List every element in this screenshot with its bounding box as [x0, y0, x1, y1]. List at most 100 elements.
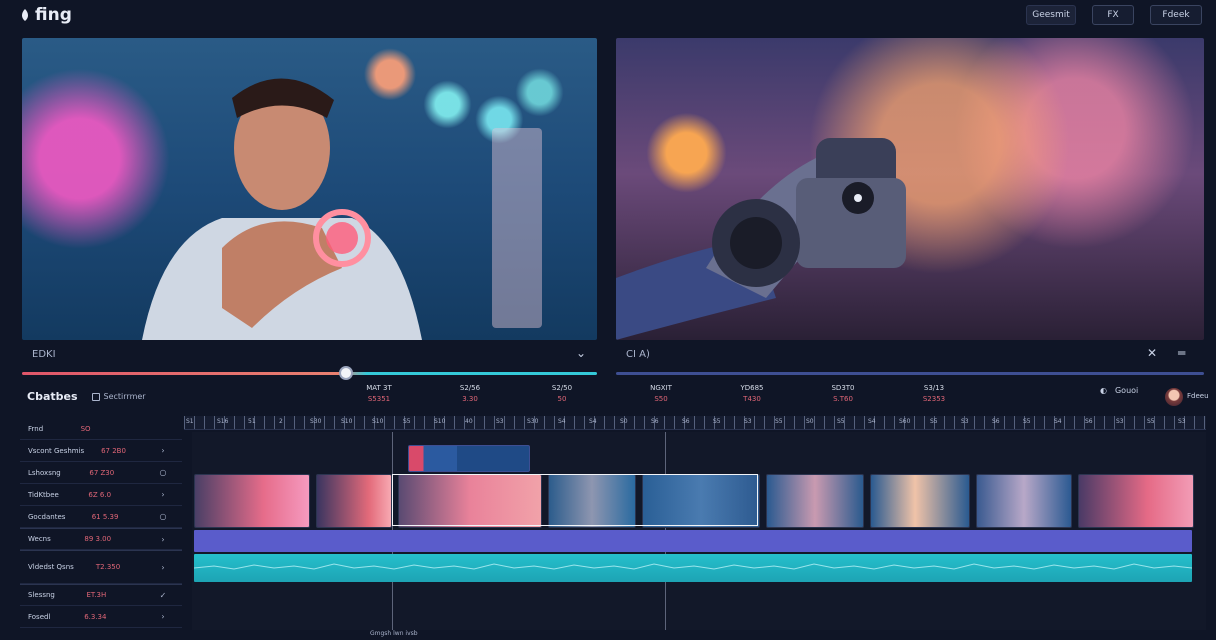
panel-subtitle[interactable]: Sectirrmer — [91, 392, 146, 401]
right-tools: ◐ Gouoi — [1100, 386, 1138, 395]
video-clip[interactable] — [1078, 474, 1194, 528]
track-name: Gocdantes — [28, 512, 66, 521]
audio-track-clip[interactable] — [194, 554, 1192, 582]
circle-icon[interactable]: ○ — [158, 512, 168, 521]
video-clip[interactable] — [766, 474, 864, 528]
ruler-tick-label: S3 — [1178, 418, 1186, 425]
app-logo[interactable]: fing — [18, 5, 72, 25]
chevron-right-icon[interactable]: › — [158, 490, 168, 499]
track-row[interactable]: TidKtbee 6Z 6.0 › — [20, 484, 182, 506]
timeline-footer-label: Gmgsh lwn ivsb — [370, 630, 418, 637]
ruler-tick-label: S4 — [1054, 418, 1062, 425]
track-name: Vldedst Qsns — [28, 563, 74, 571]
menu-icon[interactable]: ═ — [1178, 346, 1185, 360]
video-track — [194, 474, 1194, 528]
video-clip[interactable] — [870, 474, 970, 528]
ruler-tick-label: S6 — [1085, 418, 1093, 425]
track-row[interactable]: Wecns 89 3.00 › — [20, 528, 182, 550]
stat-5-label: YD685 — [740, 384, 764, 392]
user-name: Fdeeu — [1187, 392, 1209, 400]
track-name: Wecns — [28, 535, 51, 543]
ruler-tick-label: S5 — [930, 418, 938, 425]
track-name: TidKtbee — [28, 490, 59, 499]
track-row[interactable]: Slessng ET.3H ✓ — [20, 584, 182, 606]
source-preview[interactable] — [22, 38, 597, 340]
chevron-right-icon[interactable]: › — [158, 563, 168, 572]
close-icon[interactable]: ✕ — [1147, 346, 1157, 360]
circle-icon[interactable]: ○ — [158, 468, 168, 477]
track-value: 6Z 6.0 — [88, 490, 112, 499]
stat-2: S2/56 3.30 — [440, 384, 500, 403]
stat-1-label: MAT 3T — [366, 384, 392, 392]
ruler-tick-label: S5 — [1147, 418, 1155, 425]
right-tools-label[interactable]: Gouoi — [1115, 386, 1138, 395]
ruler-tick-label: S10 — [372, 418, 384, 425]
avatar[interactable] — [1165, 388, 1183, 406]
video-clip[interactable] — [976, 474, 1072, 528]
stat-1-value: S5351 — [367, 395, 391, 403]
track-row[interactable]: Gocdantes 61 5.39 ○ — [20, 506, 182, 528]
ruler-tick-label: S4 — [868, 418, 876, 425]
track-name: Fosedl — [28, 612, 51, 621]
track-row[interactable]: Vscont Geshmis 67 2B0 › — [20, 440, 182, 462]
program-preview[interactable] — [616, 38, 1204, 340]
program-scrubber[interactable] — [616, 372, 1204, 375]
ruler-tick-label: S5 — [713, 418, 721, 425]
ruler-tick-label: S6 — [992, 418, 1000, 425]
ruler-tick-label: S3 — [1116, 418, 1124, 425]
chevron-down-icon[interactable]: ⌄ — [576, 346, 586, 360]
source-preview-figure — [142, 78, 542, 340]
video-clip[interactable] — [398, 474, 542, 528]
video-clip[interactable] — [316, 474, 392, 528]
track-value: 89 3.00 — [84, 535, 112, 543]
track-row[interactable]: Frnd SO — [20, 418, 182, 440]
video-clip[interactable] — [194, 474, 310, 528]
stat-3-label: S2/50 — [551, 384, 573, 392]
program-preview-figure — [616, 138, 906, 340]
track-value: 67 Z30 — [89, 468, 115, 477]
logo-icon — [22, 9, 28, 21]
ruler-tick-label: 40 — [465, 418, 473, 425]
stat-4-label: NGXIT — [650, 384, 672, 392]
title-track-clip[interactable] — [194, 530, 1192, 552]
ruler-tick-label: S3 — [961, 418, 969, 425]
track-row[interactable]: Lshoxsng 67 Z30 ○ — [20, 462, 182, 484]
video-clip[interactable] — [548, 474, 636, 528]
logo-text: fing — [35, 5, 72, 25]
top-button-3[interactable]: Fdeek — [1150, 5, 1202, 25]
stat-2-value: 3.30 — [462, 395, 478, 403]
check-icon[interactable]: ✓ — [158, 591, 168, 600]
ruler-tick-label: S4 — [589, 418, 597, 425]
track-value: 67 2B0 — [101, 446, 126, 455]
video-clip[interactable] — [642, 474, 760, 528]
program-label: CI A) — [626, 349, 650, 360]
ruler-tick-label: S5 — [837, 418, 845, 425]
top-button-1[interactable]: Geesmit — [1026, 5, 1076, 25]
ruler-tick-label: 2 — [279, 418, 283, 425]
overlay-clip[interactable] — [408, 445, 530, 472]
chevron-right-icon[interactable]: › — [158, 535, 168, 544]
fx-button[interactable]: FX — [1092, 5, 1134, 25]
stat-4-value: S50 — [654, 395, 668, 403]
stat-3: S2/50 50 — [532, 384, 592, 403]
ruler-tick-label: S10 — [434, 418, 446, 425]
ruler-tick-label: S1 — [186, 418, 194, 425]
track-row[interactable]: Fosedl 6.3.34 › — [20, 606, 182, 628]
scrubber-handle[interactable] — [339, 366, 353, 380]
track-name: Slessng — [28, 591, 55, 599]
track-value: 61 5.39 — [91, 512, 119, 521]
ruler-tick-label: 51 — [248, 418, 256, 425]
track-name: Vscont Geshmis — [28, 446, 85, 455]
top-bar: fing Geesmit FX Fdeek — [0, 0, 1216, 30]
chevron-right-icon[interactable]: › — [158, 612, 168, 621]
timeline-ruler[interactable] — [184, 416, 1206, 430]
ruler-tick-label: S6 — [682, 418, 690, 425]
audio-waveform — [194, 563, 1192, 570]
track-row[interactable]: Vldedst Qsns T2.350 › — [20, 550, 182, 584]
chevron-right-icon[interactable]: › — [158, 446, 168, 455]
record-icon[interactable]: ◐ — [1100, 386, 1107, 395]
source-scrubber[interactable] — [22, 372, 597, 375]
ruler-tick-label: S5 — [403, 418, 411, 425]
ruler-tick-label: S60 — [899, 418, 911, 425]
ruler-tick-label: S30 — [527, 418, 539, 425]
